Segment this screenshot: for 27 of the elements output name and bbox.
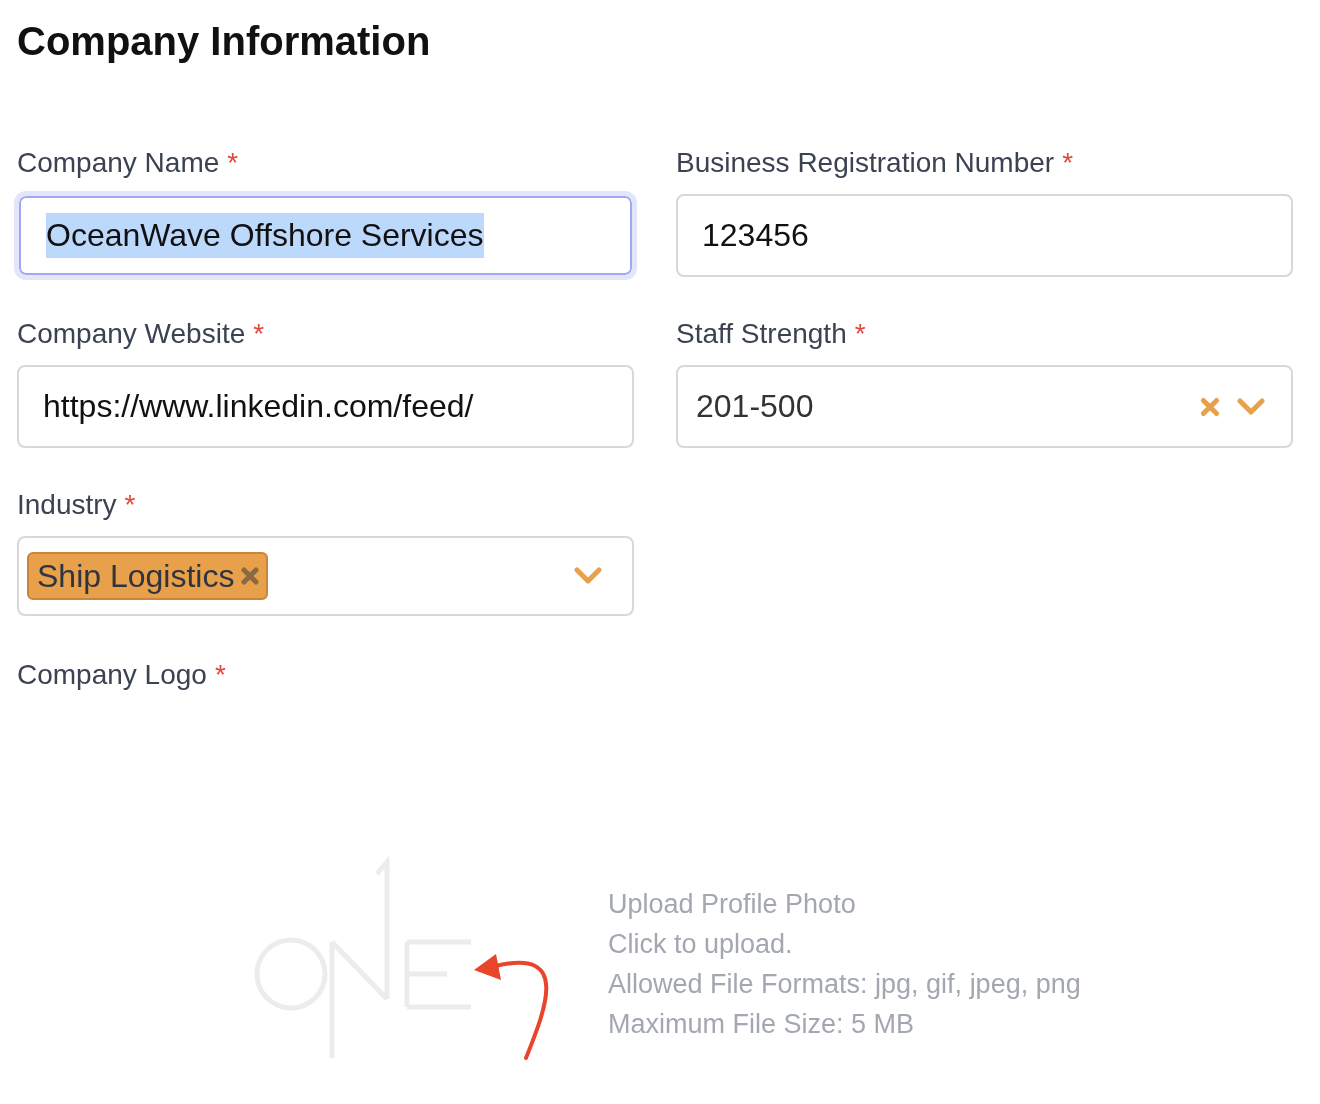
tag-chip[interactable]: Ship Logistics <box>27 552 269 600</box>
upload-hint: Click to upload. <box>608 928 794 961</box>
required-mark: * <box>124 488 136 522</box>
input-field[interactable]: https://www.linkedin.com/feed/ <box>17 365 634 448</box>
required-mark: * <box>854 317 866 351</box>
upload-hint: Maximum File Size: 5 MB <box>608 1008 916 1041</box>
field-label: Business Registration Number <box>676 146 1055 180</box>
required-mark: * <box>253 317 265 351</box>
required-mark: * <box>227 146 239 180</box>
field-label: Company Name <box>17 146 220 180</box>
caret-icon[interactable] <box>1237 397 1265 416</box>
field-label: Staff Strength <box>676 317 847 351</box>
select-field[interactable]: Ship Logistics <box>17 536 634 616</box>
input-field[interactable]: OceanWave Offshore Services <box>14 191 637 280</box>
select-field[interactable]: 201-500 <box>676 365 1293 448</box>
field-label: Company Website <box>17 317 246 351</box>
field-label: Industry <box>17 488 117 522</box>
page-title: Company Information <box>17 18 432 65</box>
required-mark: * <box>214 658 226 692</box>
upload-hint: Allowed File Formats: jpg, gif, jpeg, png <box>608 968 1081 1001</box>
upload-hint: Upload Profile Photo <box>608 888 857 921</box>
required-mark: * <box>1062 146 1074 180</box>
caret-icon[interactable] <box>574 567 602 585</box>
field-label: Company Logo <box>17 658 207 692</box>
remove-icon[interactable] <box>240 566 261 586</box>
clear-icon[interactable] <box>1199 395 1221 418</box>
input-field[interactable]: 123456 <box>676 194 1293 277</box>
